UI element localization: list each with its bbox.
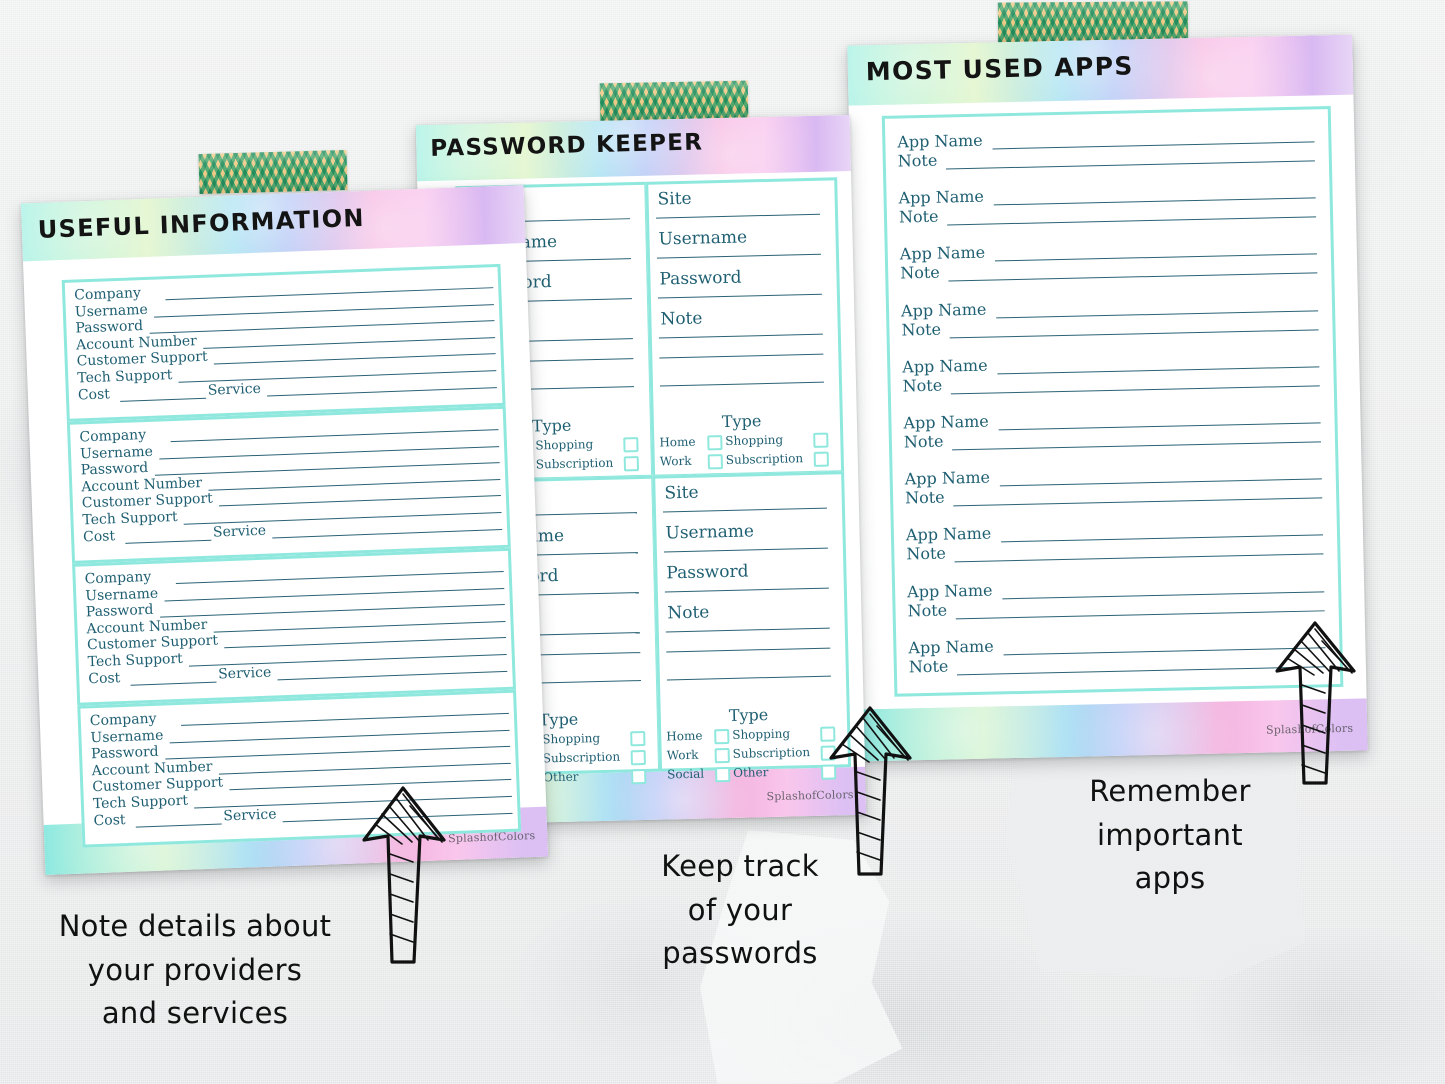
field-label: Note: [897, 150, 938, 171]
type-heading: Type: [531, 415, 572, 436]
field-label: Note: [898, 206, 939, 227]
field-label: Note: [907, 600, 948, 621]
arrow-doodle-providers: [362, 786, 446, 964]
field-label: Note: [660, 308, 703, 330]
field-label: Password: [666, 561, 749, 584]
caption-line: important: [1097, 817, 1243, 852]
type-heading: Type: [721, 411, 762, 432]
field-label: App Name: [899, 243, 986, 264]
type-option-label: Home: [666, 728, 703, 744]
type-option-label: Other: [732, 765, 769, 780]
type-option-label: Subscription: [535, 455, 614, 472]
caption-line: Keep track: [661, 849, 819, 883]
service-label: Service: [217, 664, 272, 683]
field-label: Username: [665, 521, 755, 544]
type-checkbox[interactable]: [707, 454, 724, 470]
type-option-label: Subscription: [732, 745, 811, 761]
type-heading: Type: [538, 709, 579, 730]
caption-line: passwords: [662, 936, 818, 970]
type-option-label: Shopping: [725, 432, 784, 449]
field-label: Password: [75, 318, 144, 337]
field-label: Password: [80, 460, 149, 479]
type-option-label: Shopping: [542, 731, 601, 747]
caption-providers: Note details about your providers and serv…: [30, 905, 360, 1036]
type-option-label: Subscription: [725, 451, 804, 467]
type-checkbox[interactable]: [714, 728, 730, 745]
type-checkbox[interactable]: [623, 456, 640, 472]
field-label: Note: [901, 319, 942, 340]
type-checkbox[interactable]: [630, 730, 646, 747]
field-label: App Name: [903, 411, 989, 433]
field-label: Username: [79, 443, 154, 463]
caption-line: Remember: [1089, 774, 1251, 808]
type-option-label: Social: [667, 766, 705, 782]
field-label: Password: [659, 267, 742, 290]
field-label: Note: [908, 656, 949, 677]
field-label: Note: [902, 375, 943, 396]
type-option-label: Home: [659, 434, 696, 450]
field-label: App Name: [897, 130, 983, 152]
type-option-label: Other: [543, 769, 579, 785]
field-label: Company: [79, 427, 147, 446]
field-label: App Name: [904, 467, 991, 489]
type-option-label: Shopping: [732, 726, 791, 742]
field-label: Note: [906, 543, 947, 564]
field-label: App Name: [906, 580, 993, 602]
field-label: Password: [85, 602, 154, 621]
type-checkbox[interactable]: [813, 432, 829, 448]
chevron-washi-tape-apps: [997, 1, 1189, 43]
field-label: App Name: [900, 299, 987, 321]
type-checkbox[interactable]: [715, 766, 731, 783]
service-label: Service: [212, 522, 267, 541]
caption-line: Note details about: [58, 909, 332, 943]
arrow-doodle-apps: [1275, 621, 1356, 785]
field-label: Company: [84, 568, 152, 588]
type-checkbox[interactable]: [707, 435, 723, 451]
field-label: Company: [89, 710, 157, 730]
field-label: Company: [73, 285, 142, 304]
caption-line: apps: [1134, 861, 1206, 895]
sheet-title-apps: MOST USED APPS: [865, 51, 1135, 87]
type-option-label: Work: [666, 747, 699, 763]
type-checkbox[interactable]: [623, 437, 639, 453]
field-label: Site: [664, 482, 699, 504]
cost-label: Cost: [88, 669, 121, 687]
field-label: Username: [74, 301, 149, 321]
field-label: Username: [90, 727, 164, 746]
cost-label: Cost: [93, 811, 126, 829]
field-label: Username: [658, 227, 748, 250]
service-label: Service: [223, 806, 277, 825]
field-label: Note: [903, 431, 944, 452]
field-label: App Name: [902, 355, 988, 377]
type-option-label: Subscription: [542, 749, 621, 766]
caption-apps: Remember important apps: [1050, 770, 1290, 901]
caption-line: your providers: [87, 952, 303, 987]
caption-line: of your: [687, 892, 793, 927]
field-label: Note: [900, 263, 940, 283]
type-checkbox[interactable]: [631, 768, 647, 785]
field-label: Password: [90, 743, 159, 763]
caption-line: and services: [101, 996, 289, 1030]
sheet-useful-information[interactable]: USEFUL INFORMATION SplashofColors Compan…: [20, 185, 549, 875]
cost-label: Cost: [82, 527, 116, 545]
field-label: App Name: [905, 523, 992, 545]
field-label: Username: [84, 585, 159, 604]
chevron-washi-tape-useful: [198, 149, 348, 195]
field-label: Note: [904, 487, 945, 508]
cost-label: Cost: [77, 385, 111, 404]
field-label: App Name: [908, 636, 994, 658]
type-checkbox[interactable]: [630, 749, 646, 766]
field-label: App Name: [898, 186, 985, 208]
type-heading: Type: [728, 705, 769, 725]
type-checkbox[interactable]: [813, 451, 829, 467]
service-label: Service: [207, 380, 262, 399]
chevron-washi-tape-passwords: [599, 80, 749, 122]
type-option-label: Shopping: [535, 437, 594, 453]
type-checkbox[interactable]: [714, 747, 730, 764]
caption-passwords: Keep track of your passwords: [620, 845, 860, 976]
field-label: Note: [667, 602, 710, 624]
field-label: Site: [657, 188, 692, 210]
type-option-label: Work: [659, 453, 692, 469]
